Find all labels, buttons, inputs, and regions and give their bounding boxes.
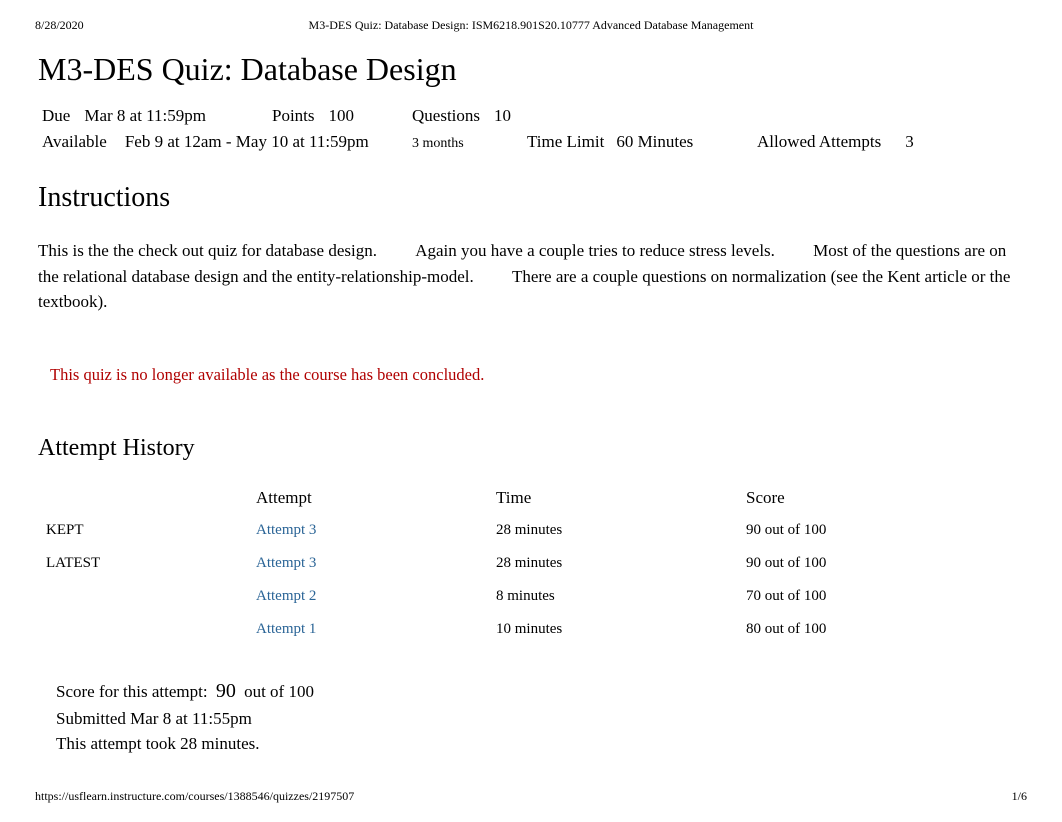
available-value: Feb 9 at 12am - May 10 at 11:59pm bbox=[125, 132, 369, 152]
allowed-attempts-value: 3 bbox=[905, 132, 914, 152]
col-header-tag bbox=[38, 482, 248, 514]
duration-note: 3 months bbox=[412, 136, 527, 152]
row-score: 90 out of 100 bbox=[738, 514, 1024, 547]
attempt-link[interactable]: Attempt 1 bbox=[256, 621, 316, 637]
row-tag: KEPT bbox=[38, 514, 248, 547]
questions-label: Questions bbox=[412, 106, 480, 126]
header-course-title: M3-DES Quiz: Database Design: ISM6218.90… bbox=[309, 18, 754, 33]
col-header-score: Score bbox=[738, 482, 1024, 514]
row-tag bbox=[38, 580, 248, 613]
time-limit-label: Time Limit bbox=[527, 132, 604, 152]
row-time: 8 minutes bbox=[488, 580, 738, 613]
time-limit-value: 60 Minutes bbox=[616, 132, 693, 152]
row-time: 10 minutes bbox=[488, 613, 738, 646]
row-tag: LATEST bbox=[38, 547, 248, 580]
attempt-link[interactable]: Attempt 3 bbox=[256, 522, 316, 538]
table-row: KEPT Attempt 3 28 minutes 90 out of 100 bbox=[38, 514, 1024, 547]
instructions-heading: Instructions bbox=[38, 182, 1024, 214]
meta-row-2: Available Feb 9 at 12am - May 10 at 11:5… bbox=[38, 132, 1024, 152]
row-time: 28 minutes bbox=[488, 547, 738, 580]
table-row: Attempt 1 10 minutes 80 out of 100 bbox=[38, 613, 1024, 646]
col-header-attempt: Attempt bbox=[248, 482, 488, 514]
took-line: This attempt took 28 minutes. bbox=[56, 731, 1024, 757]
page-header: 8/28/2020 M3-DES Quiz: Database Design: … bbox=[0, 0, 1062, 33]
page-title: M3-DES Quiz: Database Design bbox=[38, 51, 1024, 88]
points-label: Points bbox=[272, 106, 315, 126]
attempt-link[interactable]: Attempt 3 bbox=[256, 555, 316, 571]
allowed-attempts-label: Allowed Attempts bbox=[757, 132, 881, 152]
submitted-line: Submitted Mar 8 at 11:55pm bbox=[56, 706, 1024, 732]
score-suffix: out of 100 bbox=[244, 682, 314, 701]
points-value: 100 bbox=[329, 106, 355, 126]
due-value: Mar 8 at 11:59pm bbox=[84, 106, 206, 126]
header-date: 8/28/2020 bbox=[35, 18, 84, 33]
page-footer: https://usflearn.instructure.com/courses… bbox=[35, 789, 1027, 804]
table-row: Attempt 2 8 minutes 70 out of 100 bbox=[38, 580, 1024, 613]
quiz-closed-notice: This quiz is no longer available as the … bbox=[38, 365, 1024, 385]
footer-page-number: 1/6 bbox=[1012, 789, 1027, 804]
score-label: Score for this attempt: bbox=[56, 682, 208, 701]
score-summary: Score for this attempt: 90 out of 100 Su… bbox=[38, 676, 1024, 757]
due-label: Due bbox=[42, 106, 70, 126]
attempt-history-heading: Attempt History bbox=[38, 435, 1024, 462]
row-time: 28 minutes bbox=[488, 514, 738, 547]
meta-row-1: Due Mar 8 at 11:59pm Points 100 Question… bbox=[38, 106, 1024, 126]
row-score: 90 out of 100 bbox=[738, 547, 1024, 580]
col-header-time: Time bbox=[488, 482, 738, 514]
row-score: 80 out of 100 bbox=[738, 613, 1024, 646]
attempt-history-table: Attempt Time Score KEPT Attempt 3 28 min… bbox=[38, 482, 1024, 646]
footer-url: https://usflearn.instructure.com/courses… bbox=[35, 789, 354, 804]
row-score: 70 out of 100 bbox=[738, 580, 1024, 613]
row-tag bbox=[38, 613, 248, 646]
score-value: 90 bbox=[212, 680, 240, 702]
attempt-link[interactable]: Attempt 2 bbox=[256, 588, 316, 604]
questions-value: 10 bbox=[494, 106, 511, 126]
instructions-body: This is the the check out quiz for datab… bbox=[38, 238, 1024, 315]
available-label: Available bbox=[42, 132, 107, 152]
table-row: LATEST Attempt 3 28 minutes 90 out of 10… bbox=[38, 547, 1024, 580]
